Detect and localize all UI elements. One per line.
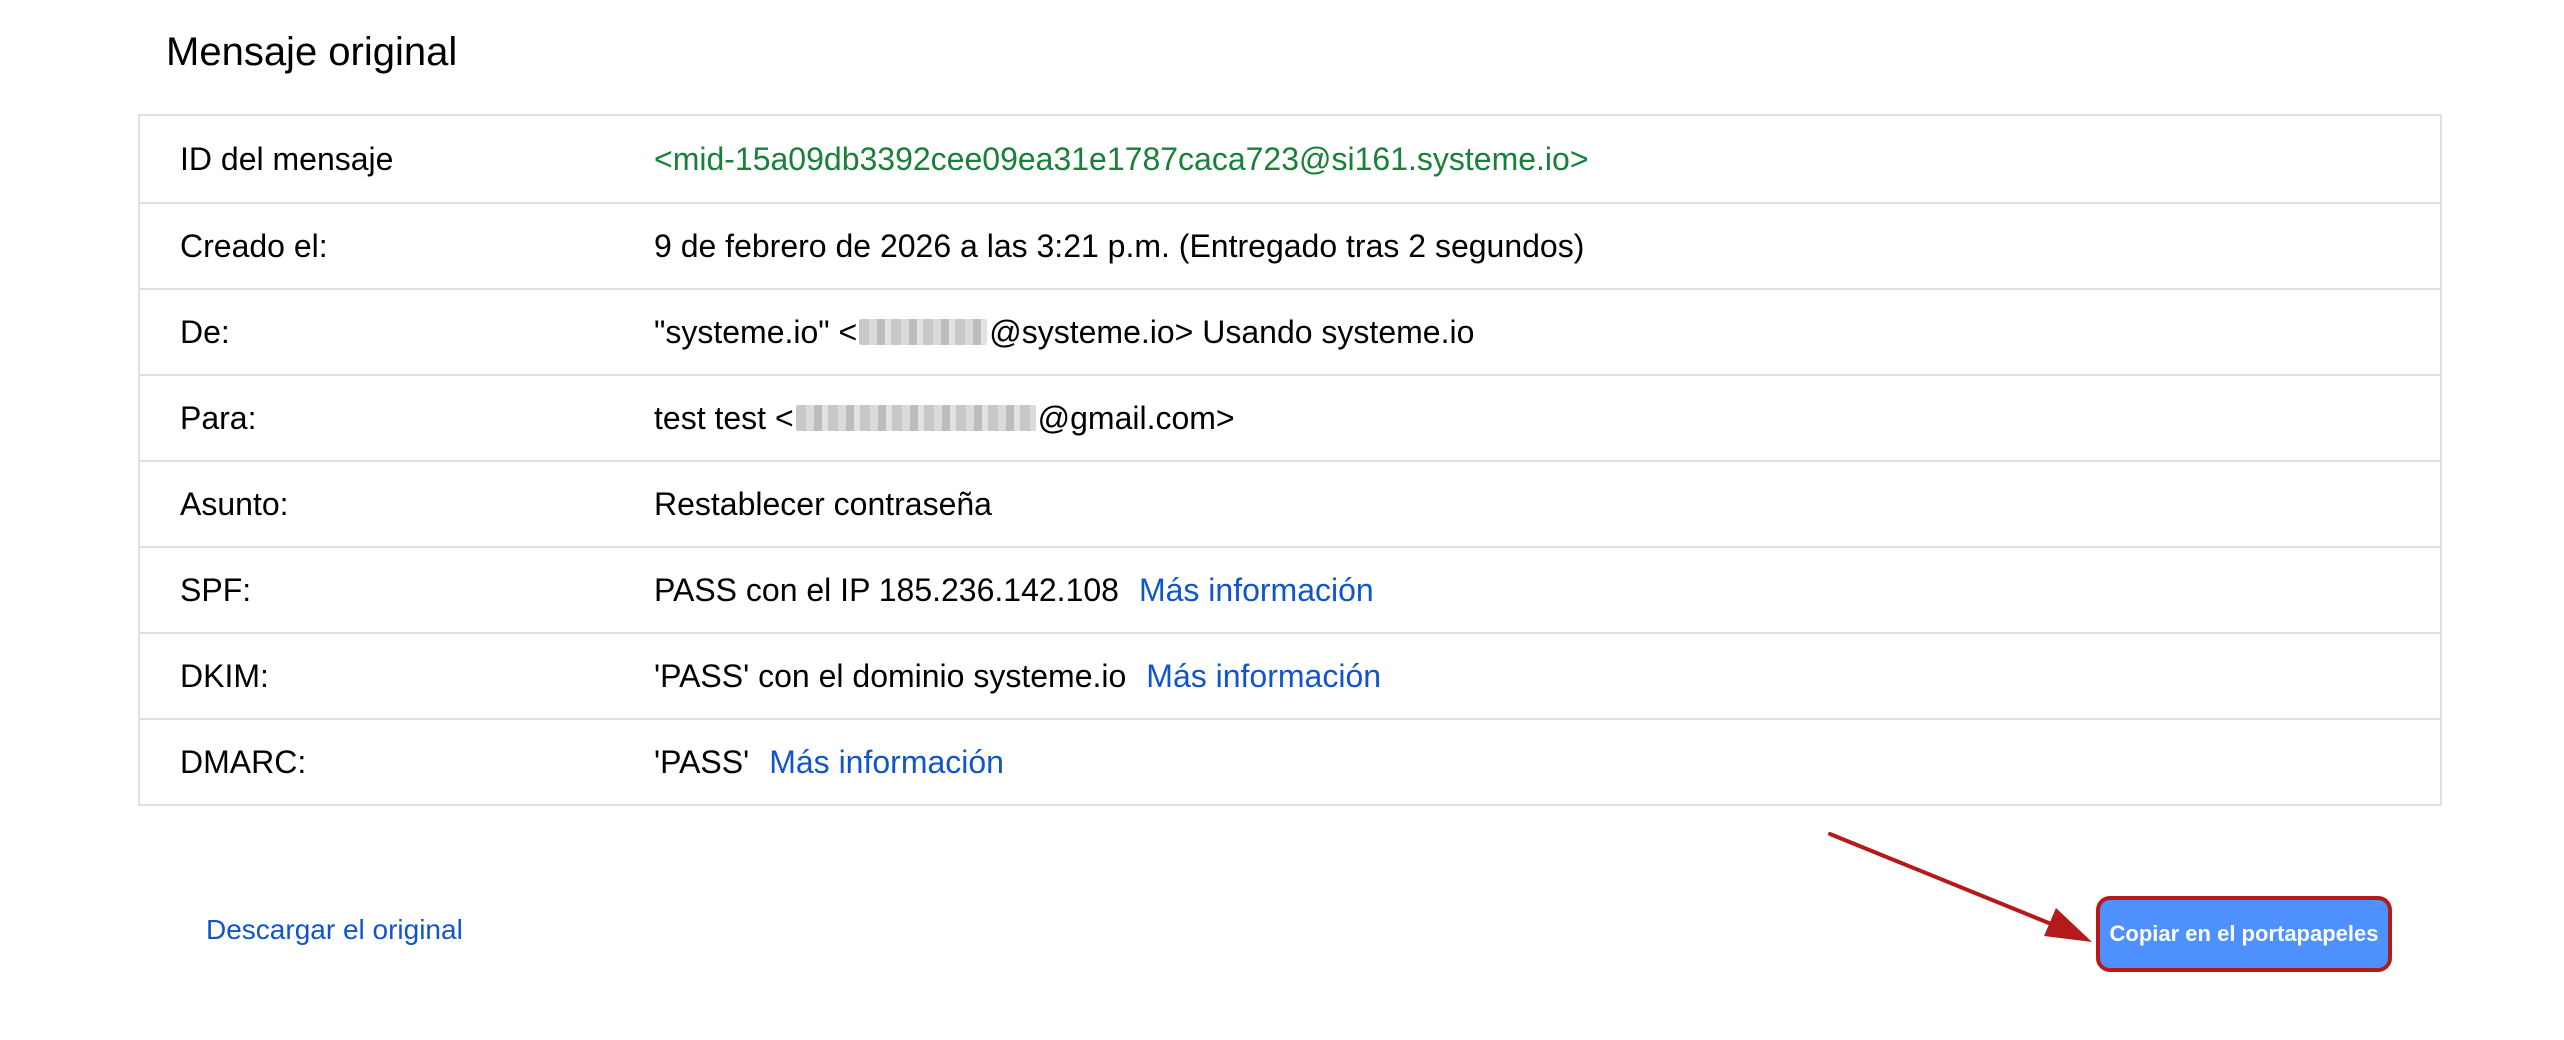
dkim-value: 'PASS' con el dominio systeme.io Más inf… xyxy=(654,658,2440,695)
row-label: DKIM: xyxy=(180,657,269,694)
to-value: test test < @gmail.com> xyxy=(654,400,2440,437)
row-label: ID del mensaje xyxy=(180,140,394,177)
header-row-from: De: "systeme.io" < @systeme.io> Usando s… xyxy=(140,288,2440,374)
spf-more-info-link[interactable]: Más información xyxy=(1139,572,1374,609)
row-label: Para: xyxy=(180,399,257,436)
to-value-suffix: @gmail.com> xyxy=(1037,399,1235,436)
row-label: Asunto: xyxy=(180,485,289,522)
page-title: Mensaje original xyxy=(166,30,458,74)
arrow-annotation-icon xyxy=(1828,832,2092,942)
redacted-email-blur xyxy=(795,405,1036,431)
header-row-created: Creado el: 9 de febrero de 2026 a las 3:… xyxy=(140,202,2440,288)
message-id-value: <mid-15a09db3392cee09ea31e1787caca723@si… xyxy=(654,140,1589,177)
row-label: DMARC: xyxy=(180,743,307,780)
dkim-more-info-link[interactable]: Más información xyxy=(1146,658,1381,695)
header-row-to: Para: test test < @gmail.com> xyxy=(140,374,2440,460)
created-value: 9 de febrero de 2026 a las 3:21 p.m. (En… xyxy=(654,227,1585,264)
row-label: Creado el: xyxy=(180,227,328,264)
dkim-value-text: 'PASS' con el dominio systeme.io xyxy=(654,657,1127,694)
redacted-email-blur xyxy=(859,319,988,345)
copy-to-clipboard-button[interactable]: Copiar en el portapapeles xyxy=(2096,896,2392,972)
header-row-subject: Asunto: Restablecer contraseña xyxy=(140,460,2440,546)
subject-value: Restablecer contraseña xyxy=(654,485,992,522)
from-value-prefix: "systeme.io" < xyxy=(654,313,858,350)
to-value-prefix: test test < xyxy=(654,399,794,436)
dmarc-value: 'PASS' Más información xyxy=(654,744,2440,781)
from-value: "systeme.io" < @systeme.io> Usando syste… xyxy=(654,314,2440,351)
dmarc-value-text: 'PASS' xyxy=(654,743,750,780)
row-label: De: xyxy=(180,313,230,350)
header-row-dmarc: DMARC: 'PASS' Más información xyxy=(140,718,2440,804)
spf-value: PASS con el IP 185.236.142.108 Más infor… xyxy=(654,572,2440,609)
header-row-message-id: ID del mensaje <mid-15a09db3392cee09ea31… xyxy=(140,116,2440,202)
dmarc-more-info-link[interactable]: Más información xyxy=(769,744,1004,781)
row-label: SPF: xyxy=(180,571,252,608)
from-value-suffix: @systeme.io> Usando systeme.io xyxy=(989,313,1475,350)
message-headers-table: ID del mensaje <mid-15a09db3392cee09ea31… xyxy=(138,114,2442,806)
header-row-dkim: DKIM: 'PASS' con el dominio systeme.io M… xyxy=(140,632,2440,718)
header-row-spf: SPF: PASS con el IP 185.236.142.108 Más … xyxy=(140,546,2440,632)
download-original-link[interactable]: Descargar el original xyxy=(206,914,463,946)
spf-value-text: PASS con el IP 185.236.142.108 xyxy=(654,571,1119,608)
